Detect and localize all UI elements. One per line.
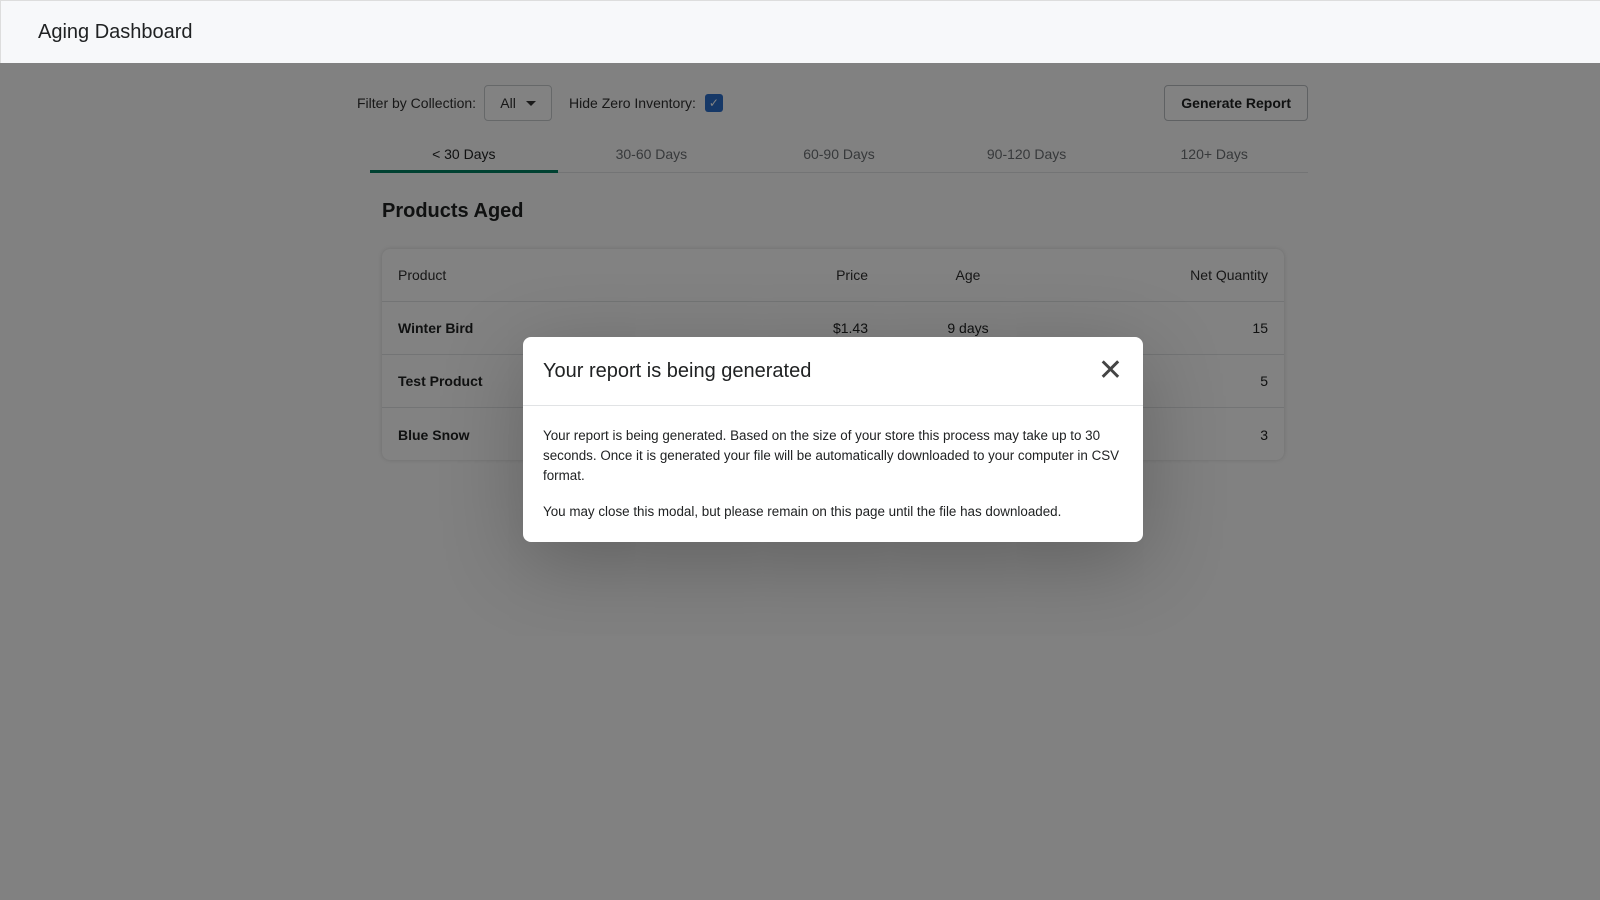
app-title: Aging Dashboard	[38, 21, 193, 43]
modal-header: Your report is being generated ✕	[523, 337, 1143, 406]
modal-message: Your report is being generated. Based on…	[543, 428, 1120, 483]
report-modal: Your report is being generated ✕ Your re…	[523, 337, 1143, 542]
modal-title: Your report is being generated	[543, 359, 812, 382]
modal-body: Your report is being generated. Based on…	[523, 406, 1143, 542]
close-icon[interactable]: ✕	[1098, 356, 1123, 386]
top-bar: Aging Dashboard	[0, 0, 1600, 63]
modal-note: You may close this modal, but please rem…	[543, 504, 1062, 519]
